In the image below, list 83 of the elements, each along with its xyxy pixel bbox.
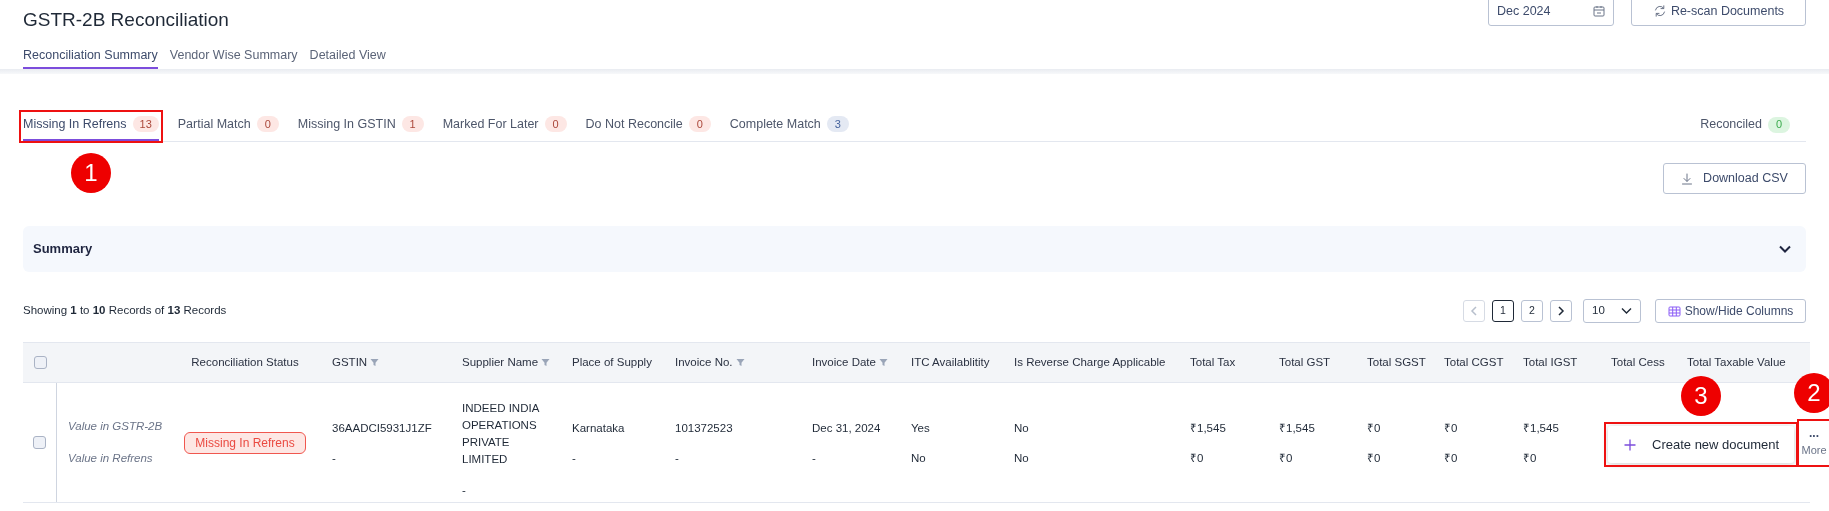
page-button[interactable]: 1 (1492, 300, 1514, 322)
column-header: Reconciliation Status (191, 354, 299, 370)
table-cell-text: 101372523 (675, 421, 734, 436)
chevron-right-icon (1557, 306, 1565, 316)
previous-page-button[interactable] (1463, 300, 1485, 322)
chevron-down-icon (1621, 307, 1632, 315)
table-cell-text: - (332, 451, 337, 466)
chevron-left-icon (1470, 306, 1478, 316)
column-header: Total IGST (1523, 354, 1578, 370)
column-header: Is Reverse Charge Applicable (1014, 354, 1166, 370)
annotation-marker: 2 (1794, 373, 1829, 413)
page-button[interactable]: 2 (1521, 300, 1543, 322)
row-label: Value in Refrens (68, 450, 154, 466)
page-size-select[interactable]: 10 (1583, 299, 1641, 323)
count-badge: 0 (544, 116, 567, 132)
column-header: GSTIN (332, 354, 368, 370)
table-cell-text: ₹1,545 (1190, 421, 1227, 436)
table-cell-text: - (572, 451, 577, 466)
plus-icon (1624, 438, 1636, 451)
table-cell-text: - (812, 451, 817, 466)
column-header: Total Taxable Value (1687, 354, 1786, 370)
download-icon (1681, 172, 1694, 185)
summary-title: Summary (33, 240, 93, 259)
status-tab[interactable]: Do Not Reconcile 0 (585, 114, 711, 141)
table-cell-text: ₹0 (1444, 451, 1459, 466)
status-badge: Missing In Refrens (184, 431, 306, 454)
table-cell-text: - (675, 451, 680, 466)
status-tab[interactable]: Complete Match 3 (729, 114, 849, 141)
summary-panel[interactable]: Summary (23, 226, 1806, 272)
table-cell-text: ₹0 (1367, 451, 1382, 466)
table-cell-text: No (911, 451, 927, 466)
status-tab[interactable]: Partial Match 0 (177, 114, 279, 141)
table-icon (1667, 305, 1681, 317)
next-page-button[interactable] (1550, 300, 1572, 322)
checkbox[interactable] (33, 436, 46, 449)
records-count-text: Showing 1 to 10 Records of 13 Records (23, 303, 227, 319)
column-header: Invoice Date (812, 354, 876, 370)
table-cell-text: Karnataka (572, 421, 626, 436)
table-cell-text: ₹0 (1190, 451, 1205, 466)
column-header: Total Tax (1190, 354, 1236, 370)
column-header: ITC Availablitity (911, 354, 990, 370)
reconciled-label: Reconciled (1700, 116, 1762, 134)
count-badge: 0 (1768, 116, 1790, 133)
show-hide-columns-button[interactable]: Show/Hide Columns (1655, 299, 1806, 323)
refresh-icon (1652, 4, 1667, 18)
checkbox[interactable] (33, 356, 47, 369)
view-tab[interactable]: Vendor Wise Summary (169, 46, 298, 69)
table-cell-text: Dec 31, 2024 (812, 421, 882, 436)
calendar-icon (1593, 5, 1605, 17)
row-label: Value in GSTR-2B (68, 419, 164, 435)
annotation-marker: 1 (70, 153, 111, 193)
column-header: Total SGST (1367, 354, 1426, 370)
table-cell-text: ₹0 (1523, 451, 1538, 466)
table-cell-text: 36AADCI5931J1ZF (332, 421, 433, 436)
count-badge: 0 (256, 116, 279, 132)
status-tab[interactable]: Missing In GSTIN 1 (297, 114, 424, 141)
count-badge: 13 (132, 116, 159, 132)
page-title: GSTR-2B Reconciliation (23, 8, 230, 32)
table-cell-text: No (1014, 451, 1030, 466)
table-cell-text: INDEED INDIA OPERATIONS PRIVATE LIMITED (462, 401, 541, 467)
count-badge: 0 (688, 116, 711, 132)
rescan-button[interactable]: Re-scan Documents (1631, 0, 1806, 26)
table-cell-text: ₹1,545 (1279, 421, 1316, 436)
column-header: Place of Supply (572, 354, 652, 370)
column-header: Total CGST (1444, 354, 1504, 370)
table-cell-text: ₹0 (1279, 451, 1294, 466)
annotation-marker: 3 (1681, 376, 1721, 416)
column-header: Total GST (1279, 354, 1331, 370)
table-cell-text: ₹1,545 (1523, 421, 1560, 436)
period-field[interactable]: Dec 2024 (1488, 0, 1614, 26)
download-csv-button[interactable]: Download CSV (1663, 163, 1806, 194)
view-tab[interactable]: Detailed View (309, 46, 386, 69)
column-header: Supplier Name (462, 354, 539, 370)
status-tab[interactable]: Marked For Later 0 (442, 114, 567, 141)
table-cell-text: - (462, 483, 467, 498)
table-cell-text: No (1014, 421, 1030, 436)
table-cell-text: Yes (911, 421, 931, 436)
column-header: Total Cess (1611, 354, 1665, 370)
table-cell-text: ₹0 (1444, 421, 1459, 436)
column-header: Invoice No. (675, 354, 733, 370)
table-cell-text: ₹0 (1367, 421, 1382, 436)
count-badge: 1 (401, 116, 424, 132)
count-badge: 3 (826, 116, 849, 132)
